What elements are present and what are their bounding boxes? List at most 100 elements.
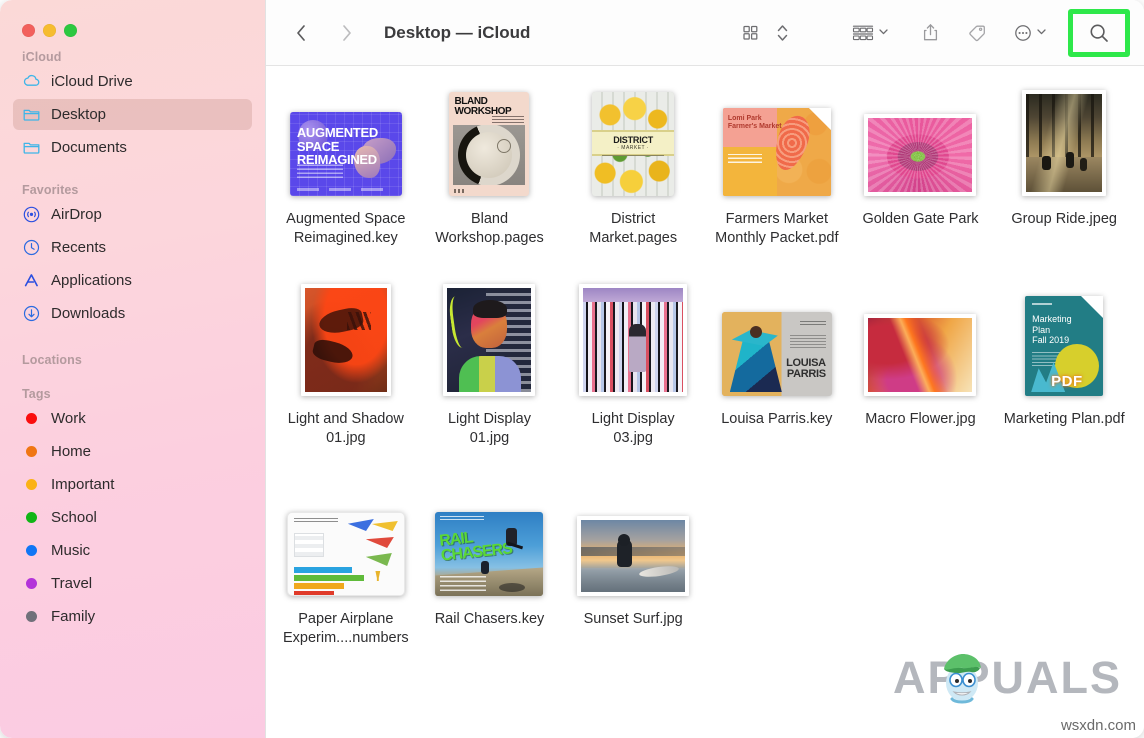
clock-icon	[22, 238, 41, 257]
finder-window: iCloud iCloud Drive Desktop Documents	[0, 0, 1144, 738]
file-name: District Market.pages	[589, 210, 677, 248]
more-button[interactable]	[1008, 16, 1052, 50]
sidebar-tag-home[interactable]: Home	[13, 436, 252, 467]
sidebar-item-label: Travel	[51, 576, 92, 591]
sidebar-item-documents[interactable]: Documents	[13, 132, 252, 163]
file-item[interactable]: AUGMENTEDSPACEREIMAGINED Augmented Space…	[274, 82, 418, 282]
sidebar-item-label: Family	[51, 609, 95, 624]
file-item[interactable]: Macro Flower.jpg	[849, 282, 993, 482]
file-item[interactable]: Group Ride.jpeg	[992, 82, 1136, 282]
sidebar: iCloud iCloud Drive Desktop Documents	[0, 0, 265, 738]
group-by-button[interactable]	[846, 16, 894, 50]
zoom-button[interactable]	[64, 24, 77, 37]
file-thumbnail: Lomi Park Farmer's Market	[712, 88, 842, 196]
sidebar-section-title: Favorites	[0, 183, 265, 199]
applications-icon	[22, 271, 41, 290]
icon-view-button[interactable]	[736, 16, 765, 50]
sidebar-item-recents[interactable]: Recents	[13, 232, 252, 263]
file-name: Augmented Space Reimagined.key	[286, 210, 405, 248]
arrange-stepper[interactable]	[771, 16, 794, 50]
view-controls	[736, 16, 794, 50]
search-icon	[1088, 22, 1110, 44]
sidebar-item-label: Recents	[51, 240, 106, 255]
thumb-band-title: DISTRICT	[592, 135, 674, 145]
file-item[interactable]: RAIL CHASERS Rail Chasers.key	[418, 482, 562, 682]
back-button[interactable]	[288, 18, 314, 48]
page-title: Desktop — iCloud	[384, 23, 530, 43]
sidebar-tag-family[interactable]: Family	[13, 601, 252, 632]
thumbnail-louisa-parris: LOUISA PARRIS	[722, 312, 832, 396]
share-button[interactable]	[916, 16, 945, 50]
file-thumbnail	[855, 88, 985, 196]
search-button[interactable]	[1068, 9, 1130, 57]
file-item[interactable]: Light Display 03.jpg	[561, 282, 705, 482]
thumbnail-light-display-01	[443, 284, 535, 396]
file-thumbnail	[281, 288, 411, 396]
tag-dot-icon	[22, 475, 41, 494]
file-name: Light Display 03.jpg	[592, 410, 675, 448]
file-item[interactable]: DISTRICT · MARKET · District Market.page…	[561, 82, 705, 282]
thumbnail-macro-flower	[864, 314, 976, 396]
file-thumbnail	[568, 488, 698, 596]
thumbnail-bland-workshop: BLANDWORKSHOP	[449, 92, 529, 196]
file-item[interactable]: Sunset Surf.jpg	[561, 482, 705, 682]
file-item[interactable]: Light Display 01.jpg	[418, 282, 562, 482]
file-item[interactable]: Light and Shadow 01.jpg	[274, 282, 418, 482]
file-name: Sunset Surf.jpg	[584, 610, 683, 629]
folder-icon	[22, 138, 41, 157]
file-item[interactable]: Golden Gate Park	[849, 82, 993, 282]
file-thumbnail	[568, 288, 698, 396]
file-thumbnail: Marketing Plan Fall 2019 PDF	[999, 288, 1129, 396]
file-name: Marketing Plan.pdf	[1004, 410, 1125, 429]
file-item[interactable]: Marketing Plan Fall 2019 PDF Marketing P…	[992, 282, 1136, 482]
file-thumbnail: RAIL CHASERS	[424, 488, 554, 596]
sidebar-item-applications[interactable]: Applications	[13, 265, 252, 296]
sidebar-tag-music[interactable]: Music	[13, 535, 252, 566]
tag-dot-icon	[22, 508, 41, 527]
airdrop-icon	[22, 205, 41, 224]
forward-button[interactable]	[334, 18, 360, 48]
file-item[interactable]: LOUISA PARRIS Louisa Parris.key	[705, 282, 849, 482]
thumbnail-light-and-shadow	[301, 284, 391, 396]
sidebar-tag-school[interactable]: School	[13, 502, 252, 533]
thumbnail-sunset-surf	[577, 516, 689, 596]
file-name: Farmers Market Monthly Packet.pdf	[715, 210, 838, 248]
sidebar-item-label: Work	[51, 411, 86, 426]
sidebar-item-icloud-drive[interactable]: iCloud Drive	[13, 66, 252, 97]
thumb-cover-title: Lomi Park Farmer's Market	[728, 115, 782, 131]
close-button[interactable]	[22, 24, 35, 37]
sidebar-item-airdrop[interactable]: AirDrop	[13, 199, 252, 230]
file-name: Louisa Parris.key	[721, 410, 832, 429]
sidebar-tag-travel[interactable]: Travel	[13, 568, 252, 599]
minimize-button[interactable]	[43, 24, 56, 37]
file-item[interactable]: Paper Airplane Experim....numbers	[274, 482, 418, 682]
sidebar-item-label: Downloads	[51, 306, 125, 321]
sidebar-item-desktop[interactable]: Desktop	[13, 99, 252, 130]
file-name: Golden Gate Park	[862, 210, 978, 229]
sidebar-item-downloads[interactable]: Downloads	[13, 298, 252, 329]
sidebar-item-label: Home	[51, 444, 91, 459]
sidebar-tag-work[interactable]: Work	[13, 403, 252, 434]
file-name: Paper Airplane Experim....numbers	[283, 610, 409, 648]
sidebar-section-title: Tags	[0, 387, 265, 403]
file-item[interactable]: Lomi Park Farmer's Market Farmers Market…	[705, 82, 849, 282]
tag-dot-icon	[22, 541, 41, 560]
thumbnail-district-market: DISTRICT · MARKET ·	[592, 92, 674, 196]
main-panel: Desktop — iCloud	[265, 0, 1144, 738]
sidebar-tag-important[interactable]: Important	[13, 469, 252, 500]
file-thumbnail: LOUISA PARRIS	[712, 288, 842, 396]
tag-button[interactable]	[961, 16, 992, 50]
file-grid[interactable]: AUGMENTEDSPACEREIMAGINED Augmented Space…	[266, 66, 1144, 738]
tag-dot-icon	[22, 442, 41, 461]
thumbnail-farmers-market: Lomi Park Farmer's Market	[723, 108, 831, 196]
thumbnail-group-ride	[1022, 90, 1106, 196]
file-item[interactable]: BLANDWORKSHOP Bland Workshop.pages	[418, 82, 562, 282]
sidebar-item-label: Music	[51, 543, 90, 558]
file-thumbnail: AUGMENTEDSPACEREIMAGINED	[281, 88, 411, 196]
sidebar-item-label: Desktop	[51, 107, 106, 122]
sidebar-item-label: Important	[51, 477, 114, 492]
sidebar-section-favorites: Favorites AirDrop Recents Applications	[0, 183, 265, 329]
file-name: Macro Flower.jpg	[865, 410, 975, 429]
chevron-down-icon	[1036, 24, 1047, 42]
thumbnail-light-display-03	[579, 284, 687, 396]
